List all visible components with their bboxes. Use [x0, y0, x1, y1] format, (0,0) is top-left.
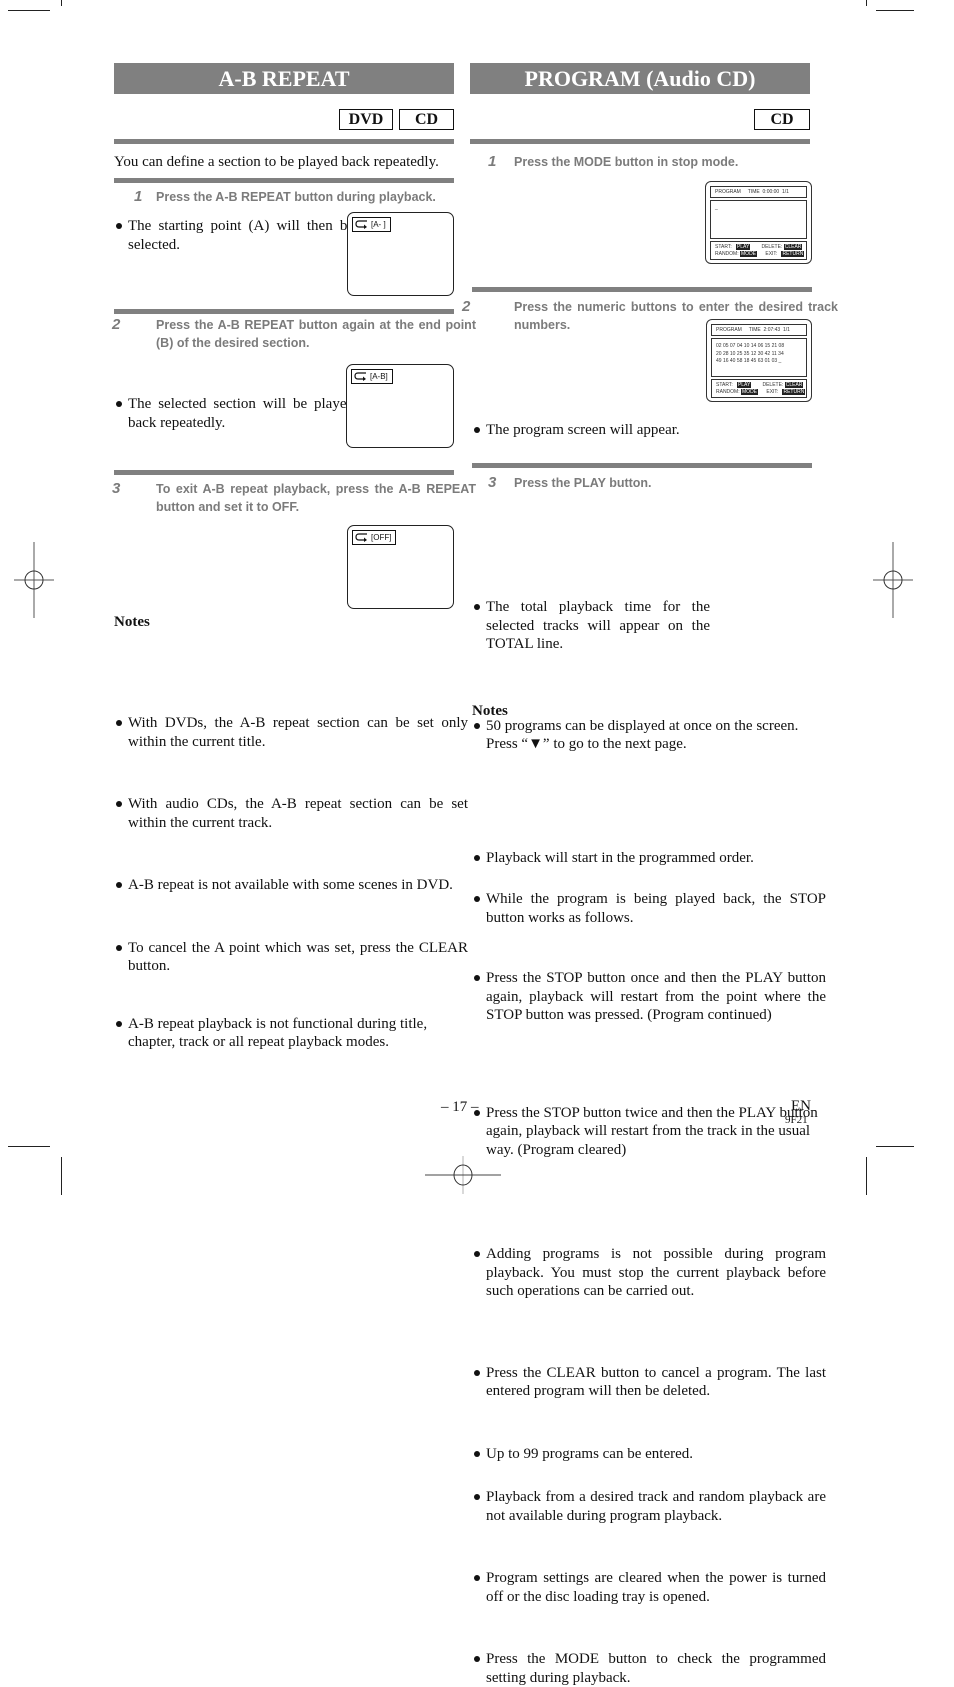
step-3-bullet: Press the STOP button once and then the … [472, 969, 826, 1025]
step-1-bullet: The program screen will appear. [472, 421, 716, 440]
step-1-instruction: 1 Press the A-B REPEAT button during play… [134, 188, 436, 205]
step-2-instruction: 2 Press the A-B REPEAT button again at th… [112, 316, 476, 350]
note-item: Press the MODE button to check the progr… [472, 1650, 826, 1687]
program-track-list: 02 05 07 04 10 14 06 15 21 08 20 28 10 2… [711, 338, 807, 377]
tag-dvd: DVD [339, 109, 393, 130]
step-1-bullet: The starting point (A) will then be sele… [114, 217, 354, 254]
osd-indicator: [A-B] [351, 369, 393, 384]
program-time: 2:07:43 [763, 327, 781, 333]
repeat-arrow-icon [355, 220, 367, 230]
divider [472, 287, 812, 292]
intro-text: You can define a section to be played ba… [114, 154, 439, 170]
crop-mark [8, 10, 50, 11]
note-item: A-B repeat is not available with some sc… [114, 876, 468, 895]
tag-cd: CD [399, 109, 454, 130]
note-item: A-B repeat playback is not functional du… [114, 1015, 468, 1052]
step-1-instruction: 1 Press the MODE button in stop mode. [488, 153, 739, 170]
osd-screen-ab: [A-B] [346, 364, 454, 448]
step-3-bullet: While the program is being played back, … [472, 890, 826, 927]
step-number: 3 [112, 480, 121, 497]
program-header: PROGRAM TIME 0:00:00 1/1 [710, 186, 807, 198]
notes-heading: Notes [114, 614, 150, 630]
note-item: Up to 99 programs can be entered. [472, 1445, 826, 1464]
section-title-program: PROGRAM (Audio CD) [470, 63, 810, 94]
note-item: With audio CDs, the A-B repeat section c… [114, 795, 468, 832]
program-controls: START: PLAY DELETE: CLEAR RANDOM: MODE E… [710, 241, 807, 260]
osd-screen-off: [OFF] [347, 525, 454, 609]
divider [114, 178, 454, 183]
step-number: 1 [134, 188, 143, 205]
note-item: Playback from a desired track and random… [472, 1488, 826, 1525]
note-item: To cancel the A point which was set, pre… [114, 939, 468, 976]
model-code: 9F21 [785, 1114, 808, 1126]
step-2-bullet: The total playback time for the selected… [472, 598, 710, 654]
crop-mark [866, 0, 867, 6]
step-number: 3 [488, 474, 497, 491]
note-item: Adding programs is not possible during p… [472, 1245, 826, 1301]
step-number: 2 [112, 316, 121, 333]
program-screen-filled: PROGRAM TIME 2:07:43 1/1 02 05 07 04 10 … [706, 319, 812, 402]
step-3-instruction: 3 To exit A-B repeat playback, press the … [112, 480, 476, 514]
divider [114, 139, 454, 144]
crop-mark [8, 1146, 50, 1147]
step-3-instruction: 3 Press the PLAY button. [488, 474, 652, 491]
language-code: EN [791, 1098, 811, 1114]
registration-mark-bottom [425, 1156, 501, 1194]
step-2-bullet: The selected section will be played back… [114, 395, 354, 432]
note-item: Program settings are cleared when the po… [472, 1569, 826, 1606]
osd-screen-a: [A- ] [347, 212, 454, 296]
track-row: 02 05 07 04 10 14 06 15 21 08 [716, 343, 785, 349]
page-number: – 17 – [441, 1099, 479, 1115]
section-title-ab-repeat: A-B REPEAT [114, 63, 454, 94]
program-time: 0:00:00 [762, 189, 780, 195]
divider [470, 139, 810, 144]
program-header: PROGRAM TIME 2:07:43 1/1 [711, 324, 807, 336]
osd-indicator: [OFF] [352, 530, 397, 545]
divider [114, 309, 454, 314]
note-item: Press the CLEAR button to cancel a progr… [472, 1364, 826, 1401]
crop-mark [61, 1157, 62, 1195]
crop-mark [61, 0, 62, 6]
track-row: 49 16 40 58 18 45 63 01 03 _ [716, 358, 782, 364]
program-page: 1/1 [783, 327, 790, 333]
program-screen-empty: PROGRAM TIME 0:00:00 1/1 _ START: PLAY D… [705, 181, 812, 264]
step-2-bullet: 50 programs can be displayed at once on … [472, 717, 826, 754]
track-row: 20 28 10 25 35 12 30 42 11 34 [716, 350, 784, 357]
repeat-arrow-icon [355, 533, 367, 543]
repeat-arrow-icon [354, 372, 366, 382]
step-3-bullet: Press the STOP button twice and then the… [472, 1104, 826, 1160]
track-row: _ [715, 205, 718, 211]
program-page: 1/1 [782, 189, 789, 195]
divider [114, 470, 454, 475]
registration-mark-left [14, 542, 54, 618]
crop-mark [876, 10, 914, 11]
divider [472, 463, 812, 468]
program-track-list: _ [710, 200, 807, 239]
notes-heading: Notes [472, 703, 508, 719]
step-3-bullet: Playback will start in the programmed or… [472, 849, 826, 868]
registration-mark-right [873, 542, 913, 618]
tag-cd: CD [754, 109, 810, 130]
step-number: 2 [462, 298, 471, 315]
crop-mark [866, 1157, 867, 1195]
osd-indicator: [A- ] [352, 217, 391, 232]
step-number: 1 [488, 153, 497, 170]
note-item: With DVDs, the A-B repeat section can be… [114, 714, 468, 751]
program-controls: START: PLAY DELETE: CLEAR RANDOM: MODE E… [711, 379, 807, 398]
crop-mark [876, 1146, 914, 1147]
